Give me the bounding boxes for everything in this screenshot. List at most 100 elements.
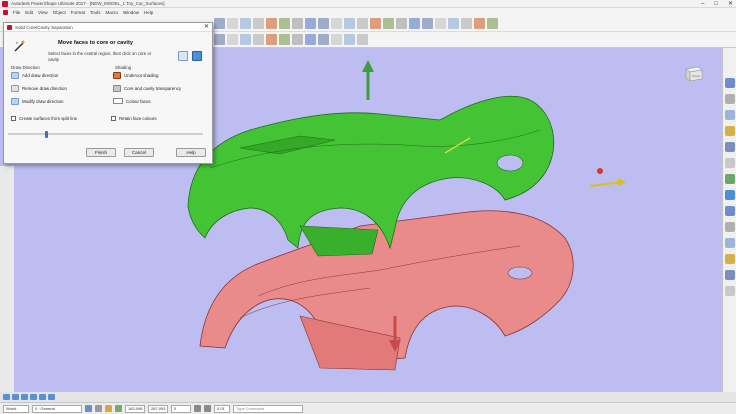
units-icon[interactable] — [115, 405, 122, 412]
finish-button[interactable]: Finish — [86, 148, 116, 157]
right-tool-button[interactable] — [725, 174, 735, 184]
cavity-select-icon[interactable] — [192, 51, 202, 61]
green-draw-arrow[interactable] — [362, 60, 374, 100]
tb1-tool-button[interactable] — [227, 18, 238, 29]
create-surfaces-check[interactable] — [11, 116, 16, 121]
view-tab-5[interactable] — [39, 394, 46, 400]
colour-faces-control[interactable]: Colour faces — [113, 98, 151, 104]
tb1-tool-button[interactable] — [331, 18, 342, 29]
tb1-tool-button[interactable] — [292, 18, 303, 29]
view-tab-2[interactable] — [12, 394, 19, 400]
right-tool-button[interactable] — [725, 270, 735, 280]
tb2-tool-button[interactable] — [227, 34, 238, 45]
workplane-select[interactable]: World — [3, 404, 29, 413]
tb1-tool-button[interactable] — [409, 18, 420, 29]
tb2-tool-button[interactable] — [305, 34, 316, 45]
tb1-tool-button[interactable] — [253, 18, 264, 29]
menu-view[interactable]: View — [38, 10, 48, 15]
retain-colours-checkbox[interactable]: Retain face colours — [111, 116, 157, 121]
lock-icon[interactable] — [105, 405, 112, 412]
tb1-tool-button[interactable] — [279, 18, 290, 29]
menu-help[interactable]: Help — [144, 10, 153, 15]
view-tab-1[interactable] — [3, 394, 10, 400]
tb1-tool-button[interactable] — [370, 18, 381, 29]
tb1-tool-button[interactable] — [266, 18, 277, 29]
tb2-tool-button[interactable] — [214, 34, 225, 45]
core-select-icon[interactable] — [178, 51, 188, 61]
add-draw-direction-button[interactable]: Add draw direction — [11, 72, 58, 79]
colour-swatch[interactable] — [113, 98, 123, 104]
right-tool-button[interactable] — [725, 158, 735, 168]
colour-icon[interactable] — [85, 405, 92, 412]
right-tool-button[interactable] — [725, 94, 735, 104]
tb1-tool-button[interactable] — [383, 18, 394, 29]
slider-thumb[interactable] — [45, 131, 48, 138]
undercut-shading-toggle[interactable]: Undercut shading — [113, 72, 158, 79]
minimize-button[interactable]: – — [701, 0, 704, 8]
right-tool-button[interactable] — [725, 254, 735, 264]
view-tab-4[interactable] — [30, 394, 37, 400]
tb1-tool-button[interactable] — [240, 18, 251, 29]
menu-file[interactable]: File — [13, 10, 20, 15]
tb2-tool-button[interactable] — [344, 34, 355, 45]
z-coordinate[interactable]: 0 — [171, 404, 191, 413]
view-cube[interactable]: Front — [684, 65, 704, 83]
tb2-tool-button[interactable] — [240, 34, 251, 45]
menu-edit[interactable]: Edit — [25, 10, 33, 15]
level-select[interactable]: 0 : General — [32, 404, 82, 413]
tb2-tool-button[interactable] — [357, 34, 368, 45]
menu-macro[interactable]: Macro — [106, 10, 119, 15]
x-coordinate[interactable]: 182.098 — [125, 404, 145, 413]
modify-draw-direction-button[interactable]: Modify draw direction — [11, 98, 63, 105]
menu-tools[interactable]: Tools — [90, 10, 101, 15]
transparency-toggle[interactable]: Core and cavity transparency — [113, 85, 181, 92]
right-tool-button[interactable] — [725, 286, 735, 296]
snap-icon[interactable] — [194, 405, 201, 412]
tb1-tool-button[interactable] — [214, 18, 225, 29]
view-tab-6[interactable] — [48, 394, 55, 400]
tb1-tool-button[interactable] — [422, 18, 433, 29]
grid-icon[interactable] — [204, 405, 211, 412]
maximize-button[interactable]: □ — [714, 0, 718, 8]
command-input[interactable]: Type Command — [233, 404, 303, 413]
tb1-tool-button[interactable] — [357, 18, 368, 29]
right-tool-button[interactable] — [725, 190, 735, 200]
tb1-tool-button[interactable] — [344, 18, 355, 29]
app-menu-icon[interactable] — [3, 9, 8, 15]
tb1-tool-button[interactable] — [305, 18, 316, 29]
retain-colours-check[interactable] — [111, 116, 116, 121]
right-tool-button[interactable] — [725, 206, 735, 216]
tb1-tool-button[interactable] — [435, 18, 446, 29]
tb2-tool-button[interactable] — [253, 34, 264, 45]
y-coordinate[interactable]: 287.093 — [148, 404, 168, 413]
menu-window[interactable]: Window — [123, 10, 139, 15]
transparency-slider[interactable] — [8, 133, 203, 135]
tb1-tool-button[interactable] — [474, 18, 485, 29]
right-tool-button[interactable] — [725, 238, 735, 248]
app-icon[interactable] — [2, 0, 8, 7]
tb1-tool-button[interactable] — [448, 18, 459, 29]
tb1-tool-button[interactable] — [461, 18, 472, 29]
tb2-tool-button[interactable] — [318, 34, 329, 45]
workplane-axis-icon[interactable] — [589, 168, 626, 187]
remove-draw-direction-button[interactable]: Remove draw direction — [11, 85, 67, 92]
tb2-tool-button[interactable] — [292, 34, 303, 45]
tb1-tool-button[interactable] — [318, 18, 329, 29]
right-tool-button[interactable] — [725, 126, 735, 136]
menu-object[interactable]: Object — [53, 10, 66, 15]
right-tool-button[interactable] — [725, 142, 735, 152]
tb1-tool-button[interactable] — [396, 18, 407, 29]
tb2-tool-button[interactable] — [266, 34, 277, 45]
create-surfaces-checkbox[interactable]: Create surfaces from split line — [11, 116, 77, 121]
right-tool-button[interactable] — [725, 78, 735, 88]
dialog-close-button[interactable]: ✕ — [204, 23, 209, 32]
help-button[interactable]: Help — [176, 148, 206, 157]
material-icon[interactable] — [95, 405, 102, 412]
right-tool-button[interactable] — [725, 222, 735, 232]
tb2-tool-button[interactable] — [331, 34, 342, 45]
view-tab-3[interactable] — [21, 394, 28, 400]
cancel-button[interactable]: Cancel — [124, 148, 154, 157]
tb1-tool-button[interactable] — [487, 18, 498, 29]
right-tool-button[interactable] — [725, 110, 735, 120]
close-button[interactable]: ✕ — [728, 0, 733, 8]
